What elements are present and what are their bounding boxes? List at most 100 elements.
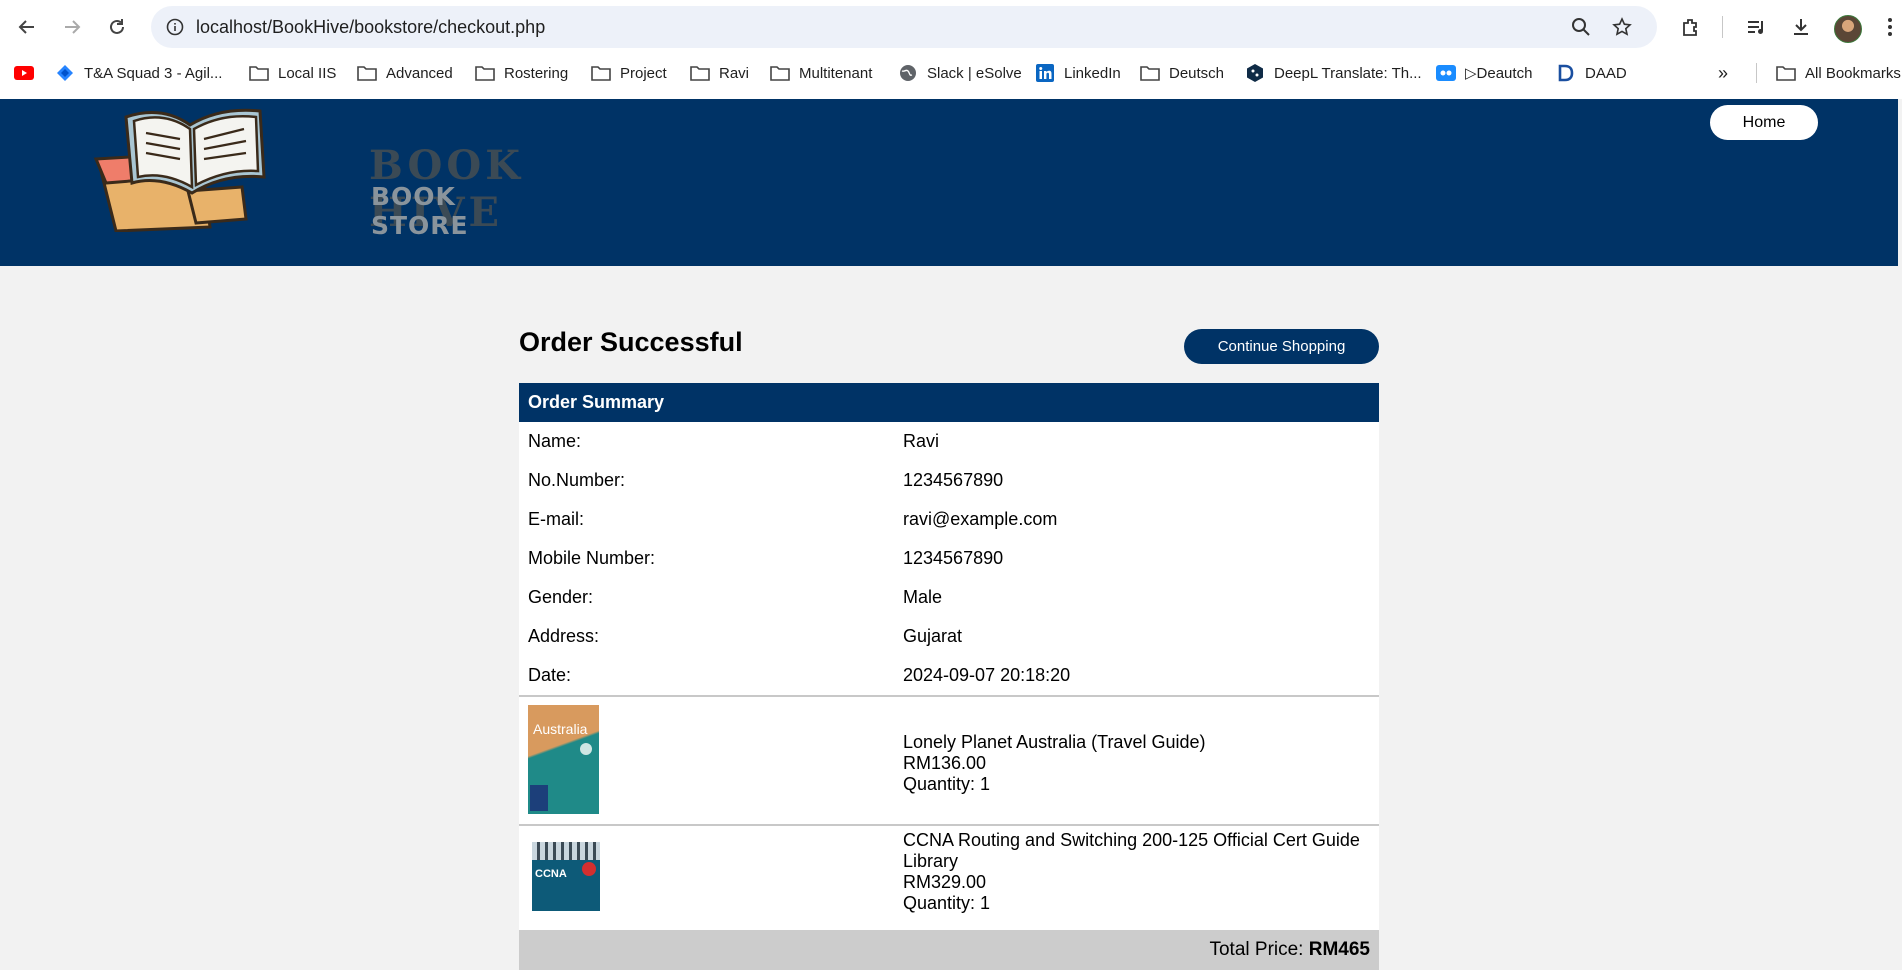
bookmark-label: DAAD — [1585, 64, 1627, 82]
url-text: localhost/BookHive/bookstore/checkout.ph… — [196, 17, 546, 37]
page-title: Order Successful — [519, 327, 743, 357]
item-quantity: Quantity: 1 — [903, 893, 991, 913]
field-value: Male — [903, 587, 943, 607]
reading-list-icon[interactable] — [1742, 13, 1770, 41]
globe-icon — [898, 63, 918, 83]
linkedin-icon — [1035, 63, 1055, 83]
field-label: Date: — [528, 665, 572, 685]
field-value: 1234567890 — [903, 470, 1004, 490]
bookmark-label: DeepL Translate: Th... — [1274, 64, 1422, 82]
bookmark-item[interactable]: DAAD — [1556, 55, 1627, 91]
zoom-icon[interactable] — [1569, 15, 1593, 39]
folder-icon — [357, 63, 377, 83]
deepl-icon — [1245, 63, 1265, 83]
bookmark-folder[interactable]: Rostering — [475, 55, 568, 91]
bookmark-label: Advanced — [386, 64, 453, 82]
cover-badge-icon — [580, 743, 592, 755]
home-button[interactable]: Home — [1710, 105, 1818, 140]
order-item: CCNA CCNA Routing and Switching 200-125 … — [519, 826, 1379, 930]
bookmark-folder[interactable]: Ravi — [690, 55, 749, 91]
item-title: CCNA Routing and Switching 200-125 Offic… — [903, 830, 1360, 871]
arrow-left-icon — [18, 20, 34, 34]
cover-title: Australia — [533, 721, 588, 737]
item-price: RM136.00 — [903, 753, 987, 773]
bookmark-folder[interactable]: Deutsch — [1140, 55, 1224, 91]
cover-spines — [532, 842, 600, 860]
daad-icon — [1556, 63, 1576, 83]
order-item: Australia Lonely Planet Australia (Trave… — [519, 697, 1379, 824]
open-book-logo-icon — [93, 108, 266, 232]
bookmark-item[interactable]: LinkedIn — [1035, 55, 1121, 91]
arrow-right-icon — [65, 20, 81, 34]
menu-kebab-icon[interactable] — [1876, 13, 1902, 41]
bookmark-item[interactable]: Slack | eSolve — [898, 55, 1022, 91]
item-info: CCNA Routing and Switching 200-125 Offic… — [903, 830, 1363, 914]
field-value: 2024-09-07 20:18:20 — [903, 665, 1071, 685]
summary-row-gender: Gender: Male — [519, 578, 1379, 617]
item-price: RM329.00 — [903, 872, 987, 892]
bookmark-label: Rostering — [504, 64, 569, 82]
item-info: Lonely Planet Australia (Travel Guide) R… — [903, 732, 1363, 795]
bookmark-star-icon[interactable] — [1610, 15, 1634, 39]
cover-seal-icon — [582, 862, 596, 876]
field-label: No.Number: — [528, 470, 626, 490]
field-label: Address: — [528, 626, 600, 646]
bookmark-label: T&A Squad 3 - Agil... — [84, 64, 223, 82]
forward-button[interactable] — [55, 10, 89, 44]
bookmark-folder[interactable]: Local IIS — [249, 55, 336, 91]
folder-icon — [591, 63, 611, 83]
youtube-bookmark[interactable] — [14, 55, 43, 91]
summary-row-mobile: Mobile Number: 1234567890 — [519, 539, 1379, 578]
chevron-double-right-icon: » — [1718, 62, 1729, 83]
bookmark-label: Ravi — [719, 64, 750, 82]
bookmarks-divider — [1756, 63, 1757, 83]
folder-icon — [249, 63, 269, 83]
order-summary-table: Order Summary Name: Ravi No.Number: 1234… — [519, 383, 1379, 970]
bookmark-item[interactable]: DeepL Translate: Th... — [1245, 55, 1422, 91]
bookmark-item[interactable]: T&A Squad 3 - Agil... — [55, 55, 222, 91]
order-summary-heading: Order Summary — [519, 383, 1379, 422]
continue-shopping-button[interactable]: Continue Shopping — [1184, 329, 1379, 364]
folder-icon — [475, 63, 495, 83]
summary-row-name: Name: Ravi — [519, 422, 1379, 461]
cover-label-block — [530, 785, 548, 811]
bookmark-folder[interactable]: Multitenant — [770, 55, 872, 91]
field-label: E-mail: — [528, 509, 585, 529]
bookmark-item[interactable]: ▷Deautch — [1436, 55, 1532, 91]
all-bookmarks-folder[interactable]: All Bookmarks — [1776, 55, 1901, 91]
jira-icon — [55, 63, 75, 83]
field-value: Gujarat — [903, 626, 963, 646]
total-value: RM465 — [1308, 939, 1370, 960]
field-value: Ravi — [903, 431, 940, 451]
logo-subtitle: BOOK STORE — [371, 182, 469, 240]
toolbar-divider — [1722, 16, 1723, 38]
reload-button[interactable] — [100, 10, 134, 44]
cover-title: CCNA — [535, 868, 567, 880]
address-bar[interactable]: localhost/BookHive/bookstore/checkout.ph… — [151, 6, 1657, 48]
total-label: Total Price: — [1209, 939, 1304, 960]
youtube-icon — [14, 63, 34, 83]
folder-icon — [1140, 63, 1160, 83]
bookmark-folder[interactable]: Advanced — [357, 55, 453, 91]
bookmark-label: Deutsch — [1169, 64, 1225, 82]
site-info-icon[interactable] — [163, 15, 187, 39]
book-cover-image: CCNA — [532, 842, 600, 911]
field-label: Gender: — [528, 587, 594, 607]
field-label: Name: — [528, 431, 582, 451]
profile-avatar-icon[interactable] — [1834, 15, 1862, 43]
folder-icon — [690, 63, 710, 83]
folder-icon — [770, 63, 790, 83]
more-bookmarks-button[interactable]: » — [1718, 55, 1728, 91]
extensions-icon[interactable] — [1677, 13, 1705, 41]
back-button[interactable] — [10, 10, 44, 44]
download-icon[interactable] — [1787, 13, 1815, 41]
field-value: ravi@example.com — [903, 509, 1058, 529]
video-icon — [1436, 63, 1456, 83]
summary-row-address: Address: Gujarat — [519, 617, 1379, 656]
site-header: BOOK HIVE BOOK STORE Home — [0, 99, 1898, 266]
summary-row-date: Date: 2024-09-07 20:18:20 — [519, 656, 1379, 695]
bookhive-logo[interactable]: BOOK HIVE BOOK STORE — [92, 99, 562, 240]
bookmark-folder[interactable]: Project — [591, 55, 667, 91]
summary-row-no-number: No.Number: 1234567890 — [519, 461, 1379, 500]
item-title: Lonely Planet Australia (Travel Guide) — [903, 732, 1206, 752]
